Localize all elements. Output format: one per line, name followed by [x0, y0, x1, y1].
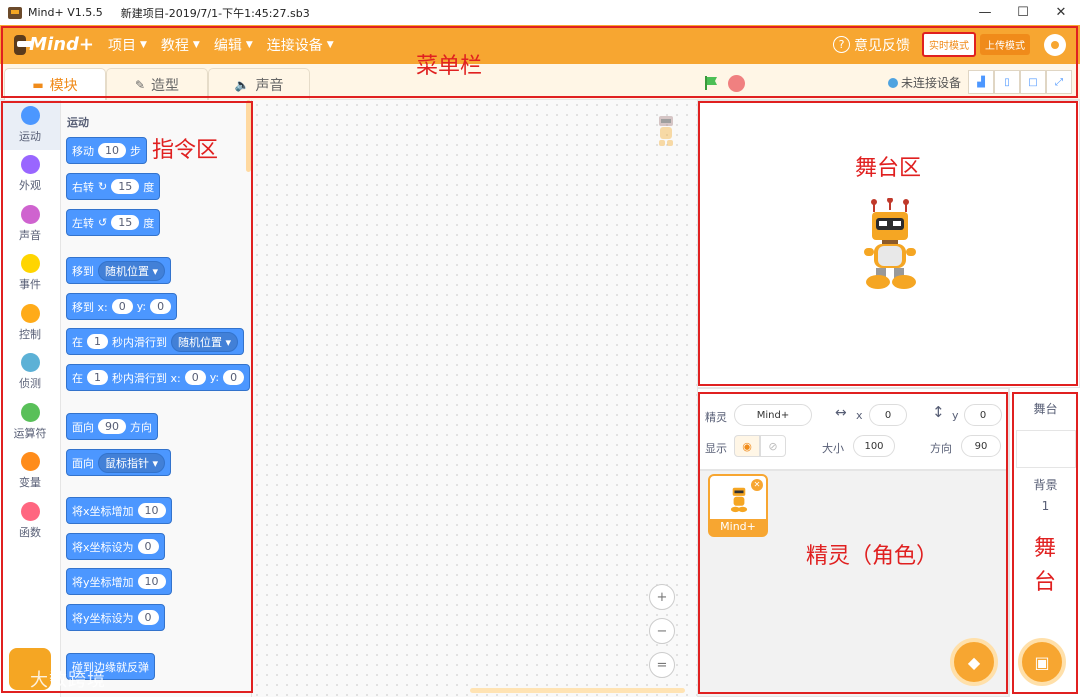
- title-bar: Mind+ V1.5.5 新建项目-2019/7/1-下午1:45:27.sb3…: [0, 0, 1080, 25]
- script-workspace[interactable]: [252, 100, 697, 697]
- maximize-button[interactable]: ☐: [1004, 0, 1042, 25]
- annotation-box-menubar: [1, 26, 1078, 98]
- close-button[interactable]: ✕: [1042, 0, 1080, 25]
- sprite-preview-icon: [659, 116, 673, 146]
- mindplus-window: Mind+ V1.5.5 新建项目-2019/7/1-下午1:45:27.sb3…: [0, 0, 1080, 697]
- zoom-in-icon: +: [656, 589, 668, 605]
- file-title: 新建项目-2019/7/1-下午1:45:27.sb3: [120, 6, 310, 20]
- annotation-box-stage: [698, 101, 1078, 386]
- annotation-label-stage: 舞台区: [855, 156, 922, 181]
- workspace-hscrollbar[interactable]: [470, 688, 685, 693]
- zoom-reset-icon: =: [656, 657, 668, 673]
- zoom-reset-button[interactable]: =: [649, 652, 675, 678]
- zoom-out-button[interactable]: −: [649, 618, 675, 644]
- annotation-label-stage-panel: 舞 台: [1033, 536, 1056, 595]
- app-title: Mind+ V1.5.5: [28, 6, 103, 19]
- annotation-label-palette: 指令区: [152, 138, 219, 163]
- annotation-label-menubar: 菜单栏: [416, 54, 483, 79]
- window-controls: — ☐ ✕: [966, 0, 1080, 25]
- minimize-button[interactable]: —: [966, 0, 1004, 25]
- app-logo-icon: [8, 6, 22, 19]
- zoom-in-button[interactable]: +: [649, 584, 675, 610]
- annotation-label-sprite: 精灵（角色）: [806, 544, 939, 569]
- zoom-out-icon: −: [656, 623, 668, 639]
- annotation-box-palette: [1, 101, 253, 693]
